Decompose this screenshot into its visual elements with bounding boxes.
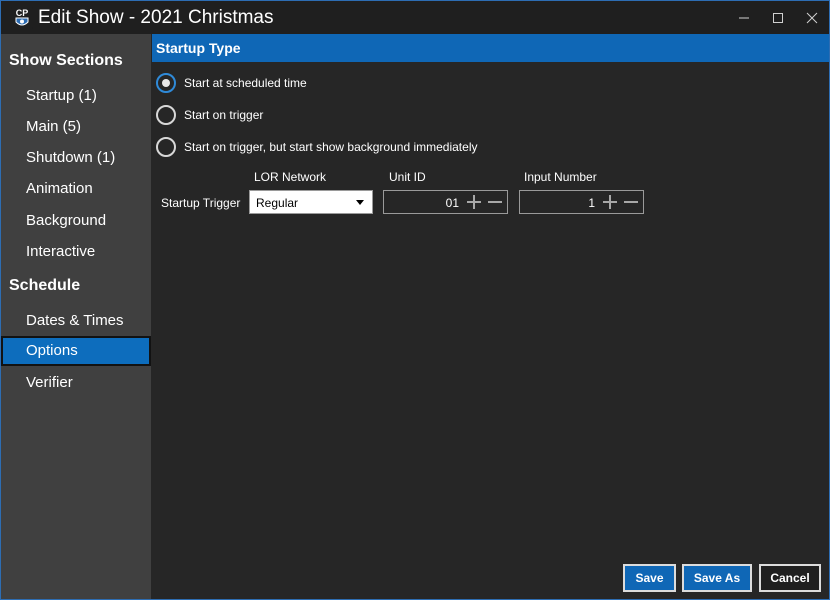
sidebar-item-verifier[interactable]: Verifier — [1, 368, 151, 398]
option-label: Start on trigger — [184, 108, 264, 122]
sidebar-item-options[interactable]: Options — [1, 336, 151, 366]
decrement-icon[interactable] — [486, 194, 504, 210]
input-number-value: 1 — [588, 196, 595, 210]
sidebar-item-startup[interactable]: Startup (1) — [1, 81, 151, 111]
lor-network-label: LOR Network — [254, 170, 327, 184]
title-bar: CP Edit Show - 2021 Christmas — [1, 1, 829, 34]
option-on-trigger[interactable]: Start on trigger — [156, 104, 263, 126]
app-logo-icon: CP — [11, 7, 33, 29]
radio-checked-icon[interactable] — [156, 73, 176, 93]
cancel-button[interactable]: Cancel — [759, 564, 821, 592]
unit-id-stepper[interactable]: 01 — [383, 190, 508, 214]
window-title: Edit Show - 2021 Christmas — [38, 7, 274, 28]
maximize-icon — [773, 12, 783, 23]
minimize-icon — [739, 17, 749, 18]
option-label: Start on trigger, but start show backgro… — [184, 140, 478, 154]
save-button[interactable]: Save — [623, 564, 676, 592]
sidebar-item-interactive[interactable]: Interactive — [1, 237, 151, 267]
increment-icon[interactable] — [601, 194, 619, 210]
option-scheduled-time[interactable]: Start at scheduled time — [156, 72, 307, 94]
maximize-button[interactable] — [761, 1, 795, 34]
radio-unchecked-icon[interactable] — [156, 105, 176, 125]
save-as-button[interactable]: Save As — [682, 564, 752, 592]
input-number-label: Input Number — [524, 170, 597, 184]
sidebar-item-dates-times[interactable]: Dates & Times — [1, 306, 151, 336]
radio-unchecked-icon[interactable] — [156, 137, 176, 157]
edit-show-window: CP Edit Show - 2021 Christmas Show Secti… — [0, 0, 830, 600]
section-title: Startup Type — [152, 34, 829, 62]
lor-network-value: Regular — [256, 196, 299, 210]
minimize-button[interactable] — [727, 1, 761, 34]
main-panel: Startup Type Start at scheduled time Sta… — [152, 34, 829, 599]
dropdown-arrow-icon — [356, 200, 364, 205]
unit-id-value: 01 — [445, 196, 459, 210]
option-trigger-background[interactable]: Start on trigger, but start show backgro… — [156, 136, 477, 158]
show-sections-heading: Show Sections — [9, 52, 123, 69]
startup-trigger-label: Startup Trigger — [161, 196, 241, 210]
sidebar-item-background[interactable]: Background — [1, 206, 151, 236]
close-icon — [806, 12, 818, 23]
sidebar-item-shutdown[interactable]: Shutdown (1) — [1, 143, 151, 173]
increment-icon[interactable] — [465, 194, 483, 210]
decrement-icon[interactable] — [622, 194, 640, 210]
sidebar: Show Sections Startup (1) Main (5) Shutd… — [1, 34, 151, 599]
input-number-stepper[interactable]: 1 — [519, 190, 644, 214]
svg-text:CP: CP — [16, 8, 29, 18]
close-button[interactable] — [795, 1, 829, 34]
schedule-heading: Schedule — [9, 277, 81, 294]
option-label: Start at scheduled time — [184, 76, 307, 90]
lor-network-select[interactable]: Regular — [249, 190, 373, 214]
sidebar-item-main[interactable]: Main (5) — [1, 112, 151, 142]
sidebar-item-animation[interactable]: Animation — [1, 174, 151, 204]
unit-id-label: Unit ID — [389, 170, 426, 184]
